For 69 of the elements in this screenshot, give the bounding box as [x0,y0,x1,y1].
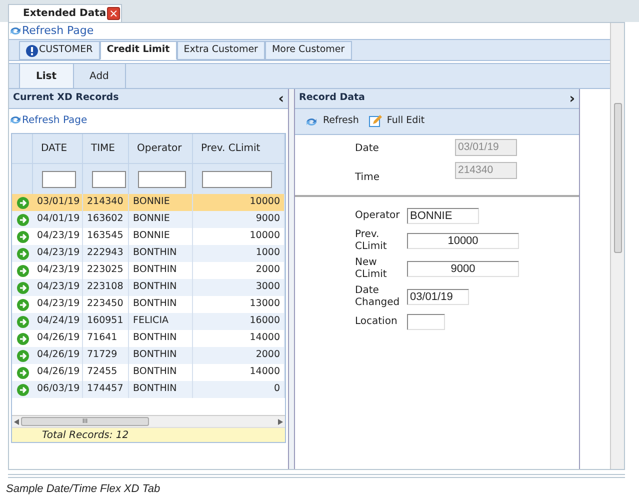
table-cell: 174457 [83,381,129,398]
arrow-right-icon [16,264,28,276]
column-header[interactable]: Prev. CLimit [193,134,285,163]
refresh-icon [9,25,22,37]
table-row[interactable]: 06/03/19 174457 BONTHIN 0 [12,381,285,398]
expand-button[interactable]: › [569,92,575,106]
tab[interactable]: CUSTOMER [19,41,100,60]
collapse-button[interactable]: ‹ [278,92,284,106]
table-row[interactable]: 04/23/19 222943 BONTHIN 1000 [12,245,285,262]
refresh-page-link[interactable]: Refresh Page [22,112,88,128]
refresh-icon [9,114,22,126]
refresh-icon [305,116,318,128]
sub-tab[interactable]: Add [74,64,126,88]
field-label: Date [355,142,380,156]
field-label: Time [355,171,380,185]
text-field[interactable]: 10000 [407,233,519,249]
panel-title: Record Data [299,91,365,106]
scroll-right-icon[interactable] [278,418,283,424]
vertical-scrollbar[interactable] [610,23,624,469]
total-records: Total Records: 12 [42,428,129,442]
column-header[interactable]: TIME [83,134,129,163]
field-label: Date Changed [355,285,401,309]
text-field[interactable]: BONNIE [407,208,479,224]
field-label: Operator [355,210,401,222]
arrow-right-icon [16,316,28,328]
column-header[interactable]: Operator [129,134,193,163]
field-label: New CLimit [355,257,388,281]
table-row[interactable]: 04/01/19 163602 BONNIE 9000 [12,211,285,228]
panel-title: Current XD Records [13,91,119,106]
arrow-right-icon [16,214,28,226]
caption: Sample Date/Time Flex XD Tab [6,482,160,497]
arrow-right-icon [16,350,28,362]
arrow-right-icon [16,248,28,260]
tab[interactable]: More Customer [264,41,352,60]
table-row[interactable]: 04/26/19 71729 BONTHIN 2000 [12,347,285,364]
table-row[interactable]: 04/23/19 223108 BONTHIN 3000 [12,279,285,296]
arrow-right-icon [16,298,28,310]
tab[interactable]: Credit Limit [100,41,177,60]
text-field[interactable]: 9000 [407,261,519,277]
close-button[interactable]: × [107,7,120,20]
arrow-right-icon [16,282,28,294]
table-row[interactable]: 03/01/19 214340 BONNIE 10000 [12,194,285,211]
filter-field[interactable] [92,170,126,188]
column-header[interactable]: DATE [33,134,83,163]
filter-field[interactable] [42,170,76,188]
refresh-page-link[interactable]: Refresh Page [22,22,94,40]
window-tab[interactable]: Extended Data × [8,4,122,22]
refresh-button[interactable]: Refresh [305,114,359,129]
filter-field[interactable] [202,170,272,188]
arrow-right-icon [16,196,28,208]
table-row[interactable]: 04/24/19 160951 FELICIA 16000 [12,313,285,330]
field-label: Location [355,316,398,328]
window-tab-title: Extended Data [23,7,106,21]
arrow-right-icon [16,332,28,344]
scroll-left-icon[interactable] [14,418,19,424]
table-cell: 06/03/19 [33,381,83,398]
arrow-right-icon [16,366,28,378]
table-cell: 0 [193,381,285,398]
table-cell: BONTHIN [129,381,193,398]
text-field[interactable] [407,314,445,330]
full-edit-button[interactable]: Full Edit [368,114,425,129]
field-label: Prev. CLimit [355,229,388,253]
sub-tab[interactable]: List [19,64,74,88]
edit-icon [368,115,382,128]
text-field[interactable]: 03/01/19 [407,289,469,305]
arrow-right-icon [16,384,28,396]
filter-field[interactable] [138,170,186,188]
tab[interactable]: Extra Customer [176,41,265,60]
arrow-right-icon [16,230,28,242]
